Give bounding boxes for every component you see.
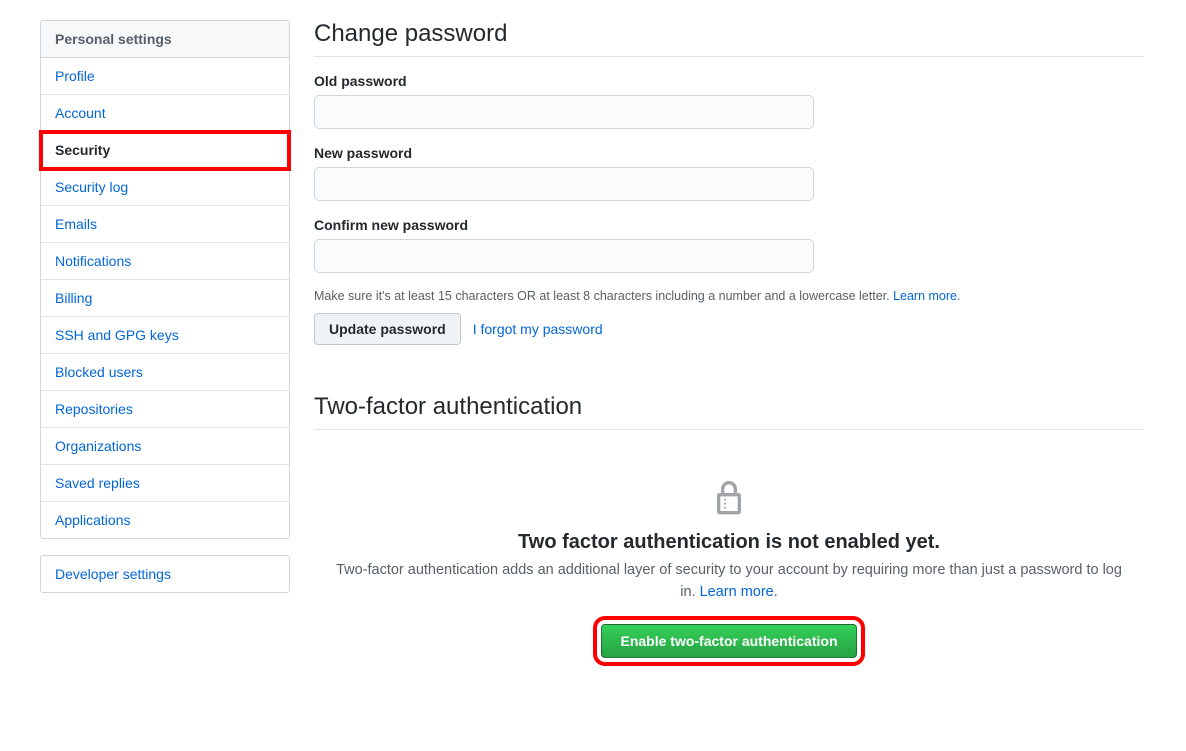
sidebar-item-ssh-gpg-keys[interactable]: SSH and GPG keys [41, 317, 289, 354]
new-password-label: New password [314, 145, 1144, 161]
two-factor-learn-more-link[interactable]: Learn more [700, 584, 774, 600]
confirm-password-input[interactable] [314, 239, 814, 273]
sidebar-header: Personal settings [41, 21, 289, 58]
two-factor-description: Two-factor authentication adds an additi… [334, 560, 1124, 604]
main-content: Change password Old password New passwor… [314, 20, 1144, 668]
lock-icon [713, 478, 745, 519]
confirm-password-label: Confirm new password [314, 217, 1144, 233]
sidebar-item-notifications[interactable]: Notifications [41, 243, 289, 280]
sidebar-item-account[interactable]: Account [41, 95, 289, 132]
sidebar-item-repositories[interactable]: Repositories [41, 391, 289, 428]
sidebar-item-security-log[interactable]: Security log [41, 169, 289, 206]
update-password-button[interactable]: Update password [314, 313, 461, 345]
two-factor-title: Two-factor authentication [314, 393, 1144, 430]
sidebar-item-emails[interactable]: Emails [41, 206, 289, 243]
change-password-title: Change password [314, 20, 1144, 57]
forgot-password-link[interactable]: I forgot my password [473, 321, 603, 337]
sidebar-item-security[interactable]: Security [41, 132, 289, 169]
password-hint: Make sure it's at least 15 characters OR… [314, 289, 1144, 303]
sidebar-item-billing[interactable]: Billing [41, 280, 289, 317]
enable-two-factor-button[interactable]: Enable two-factor authentication [601, 624, 856, 658]
password-actions: Update password I forgot my password [314, 313, 1144, 345]
settings-sidebar: Personal settings Profile Account Securi… [40, 20, 290, 668]
sidebar-item-organizations[interactable]: Organizations [41, 428, 289, 465]
new-password-group: New password [314, 145, 1144, 201]
developer-settings-menu: Developer settings [40, 555, 290, 593]
sidebar-item-blocked-users[interactable]: Blocked users [41, 354, 289, 391]
sidebar-item-profile[interactable]: Profile [41, 58, 289, 95]
old-password-label: Old password [314, 73, 1144, 89]
sidebar-item-saved-replies[interactable]: Saved replies [41, 465, 289, 502]
personal-settings-menu: Personal settings Profile Account Securi… [40, 20, 290, 539]
confirm-password-group: Confirm new password [314, 217, 1144, 273]
password-learn-more-link[interactable]: Learn more [893, 289, 957, 303]
sidebar-item-applications[interactable]: Applications [41, 502, 289, 538]
old-password-group: Old password [314, 73, 1144, 129]
two-factor-status: Two factor authentication is not enabled… [334, 531, 1124, 554]
old-password-input[interactable] [314, 95, 814, 129]
two-factor-block: Two factor authentication is not enabled… [314, 446, 1144, 668]
new-password-input[interactable] [314, 167, 814, 201]
sidebar-item-developer-settings[interactable]: Developer settings [41, 556, 289, 592]
